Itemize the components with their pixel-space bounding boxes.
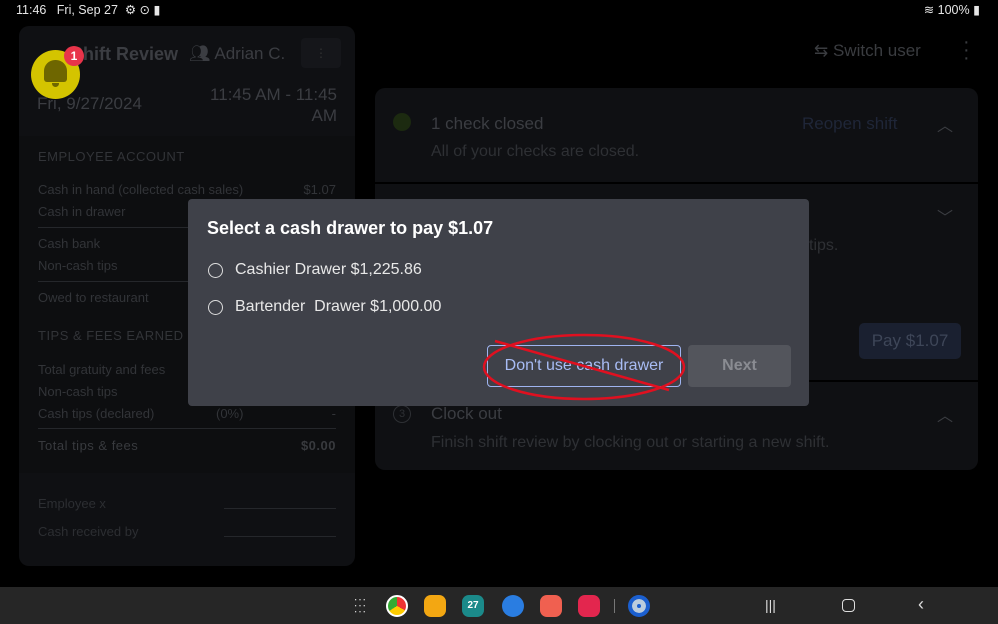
chevron-up-icon[interactable]: ︿ — [937, 402, 953, 426]
step-number-icon: 3 — [393, 405, 411, 423]
step-desc: tips. — [809, 237, 839, 254]
chevron-up-icon[interactable]: ︿ — [937, 112, 953, 136]
wifi-icon: ≋ — [923, 3, 938, 17]
option-cashier-drawer[interactable]: Cashier Drawer $1,225.86 — [235, 261, 422, 279]
calendar-icon[interactable]: 27 — [462, 595, 484, 617]
contacts-icon[interactable] — [540, 595, 562, 617]
reopen-shift-button[interactable]: Reopen shift — [802, 114, 897, 134]
radio-cashier-drawer[interactable] — [208, 263, 223, 278]
step-title: Clock out — [431, 404, 502, 423]
swap-icon: ⇆ — [814, 41, 833, 60]
taskbar: ∙∙∙ ∙∙∙ ∙∙∙ 27 ||| ‹ — [0, 587, 998, 624]
row-total-tips: Total tips & fees $0.00 — [38, 438, 336, 453]
bell-icon — [44, 60, 67, 82]
app-drawer-icon[interactable]: ∙∙∙ ∙∙∙ ∙∙∙ — [354, 593, 367, 617]
user-icon: 👥︎ — [189, 44, 215, 63]
step-title: 1 check closed — [431, 114, 544, 133]
notification-badge: 1 — [64, 46, 84, 66]
option-bartender-drawer[interactable]: Bartender Drawer $1,000.00 — [235, 298, 441, 316]
check-circle-icon — [393, 113, 411, 131]
home-button[interactable] — [842, 599, 855, 612]
status-time: 11:46 Fri, Sep 27 ⚙ ⊙ ▮ — [16, 3, 161, 17]
switch-user-button[interactable]: ⇆ Switch user — [814, 41, 921, 61]
more-menu-icon[interactable]: · · · — [963, 32, 970, 68]
chrome-icon[interactable] — [386, 595, 408, 617]
row-cash-tips: Cash tips (declared) (0%) - — [38, 406, 336, 421]
employee-account-heading: EMPLOYEE ACCOUNT — [38, 149, 185, 164]
back-button[interactable]: ‹ — [918, 594, 924, 615]
status-battery: ≋ 100% ▮ — [923, 3, 980, 17]
step-desc: Finish shift review by clocking out or s… — [431, 434, 830, 451]
notification-bell-button[interactable]: 1 — [31, 46, 84, 99]
pay-button[interactable]: Pay $1.07 — [859, 323, 961, 359]
messages-icon[interactable] — [502, 595, 524, 617]
annotation-ellipse — [482, 333, 686, 401]
camera-icon[interactable] — [578, 595, 600, 617]
dialog-title: Select a cash drawer to pay $1.07 — [207, 218, 494, 238]
cash-drawer-dialog: Select a cash drawer to pay $1.07 Cashie… — [188, 199, 809, 406]
chevron-down-icon[interactable]: ﹀ — [937, 204, 953, 228]
employee-name: 👥︎ Adrian C. — [189, 44, 286, 63]
shift-time-range: 11:45 AM - 11:45 AM — [210, 85, 337, 125]
battery-icon: ▮ — [969, 3, 980, 17]
next-button[interactable]: Next — [688, 345, 791, 387]
recent-apps-button[interactable]: ||| — [765, 597, 776, 613]
step-checks-closed: 1 check closed All of your checks are cl… — [375, 88, 978, 182]
step-desc: All of your checks are closed. — [431, 143, 640, 160]
browser-icon[interactable] — [628, 595, 650, 617]
files-icon[interactable] — [424, 595, 446, 617]
row-cash-in-hand: Cash in hand (collected cash sales) $1.07 — [38, 182, 336, 197]
radio-bartender-drawer[interactable] — [208, 300, 223, 315]
status-icons: ⚙ ⊙ ▮ — [124, 3, 161, 17]
page-title: Shift Review — [71, 44, 179, 64]
panel-menu-button[interactable]: ⋮ — [301, 38, 341, 68]
